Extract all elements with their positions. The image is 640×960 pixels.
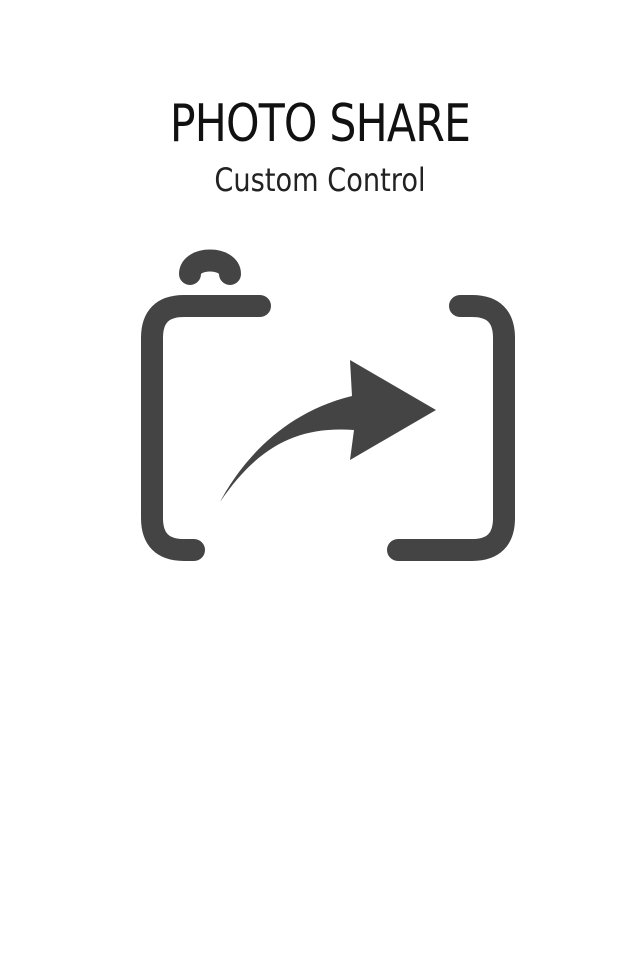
camera-knob	[179, 249, 241, 285]
splash-screen: PHOTO SHARE Custom Control	[0, 0, 640, 960]
share-arrow-icon	[220, 360, 436, 502]
app-title: PHOTO SHARE	[169, 94, 471, 154]
frame-right	[387, 295, 515, 561]
camera-share-icon	[141, 249, 515, 561]
app-subtitle: Custom Control	[214, 161, 426, 199]
frame-left	[141, 295, 271, 561]
